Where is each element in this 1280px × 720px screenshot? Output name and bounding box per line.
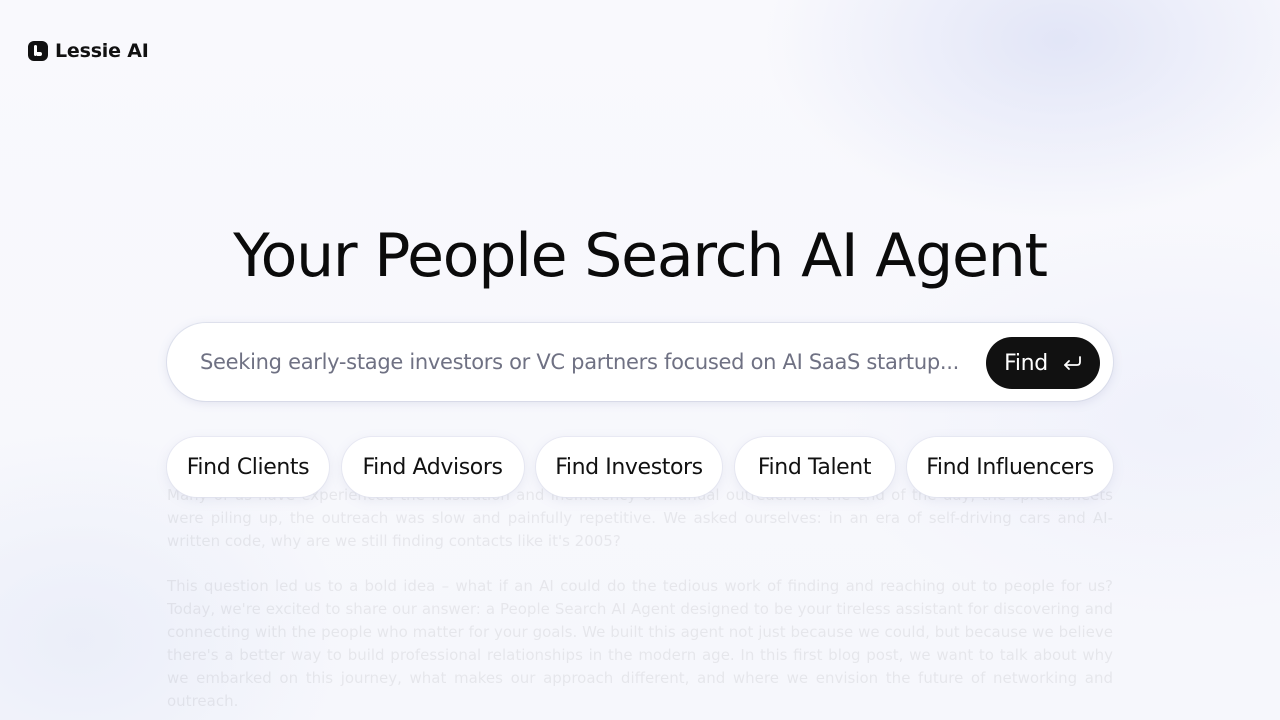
find-button-label: Find	[1004, 350, 1048, 376]
brand-logo[interactable]: Lessie AI	[28, 40, 149, 62]
search-bar[interactable]: Seeking early-stage investors or VC part…	[167, 323, 1113, 401]
brand-name: Lessie AI	[55, 40, 149, 62]
enter-return-icon	[1064, 356, 1081, 370]
quick-search-chips: Find Clients Find Advisors Find Investor…	[167, 437, 1113, 497]
chip-find-advisors[interactable]: Find Advisors	[341, 437, 524, 497]
page-title: Your People Search AI Agent	[233, 221, 1048, 291]
search-input[interactable]: Seeking early-stage investors or VC part…	[200, 323, 960, 401]
chip-find-influencers[interactable]: Find Influencers	[907, 437, 1113, 497]
chip-find-clients[interactable]: Find Clients	[167, 437, 329, 497]
chip-find-talent[interactable]: Find Talent	[734, 437, 895, 497]
chip-find-investors[interactable]: Find Investors	[536, 437, 722, 497]
find-button[interactable]: Find	[986, 337, 1100, 389]
background-article-decoration: Many of us have experienced the frustrat…	[167, 486, 1113, 710]
lessie-logo-icon	[28, 41, 48, 61]
